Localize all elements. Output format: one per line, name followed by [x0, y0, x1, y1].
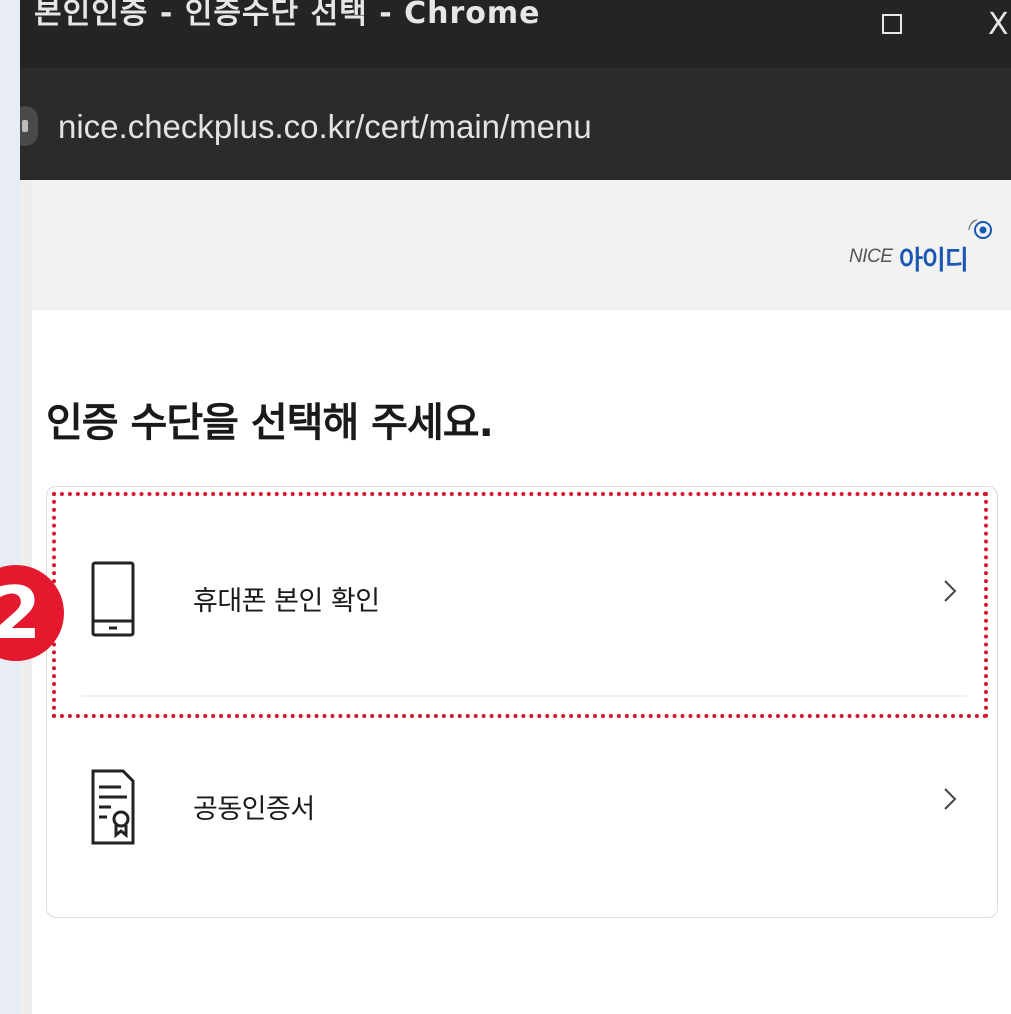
page-header: NICE 아이디 — [32, 180, 1011, 310]
left-margin — [0, 0, 20, 1014]
option-label: 공동인증서 — [193, 794, 315, 825]
close-icon[interactable]: X — [988, 10, 1009, 40]
certificate-icon — [91, 769, 135, 845]
logo-korean: 아이디 — [899, 246, 969, 276]
site-info-icon[interactable] — [20, 106, 38, 146]
address-bar: nice.checkplus.co.kr/cert/main/menu — [20, 68, 1011, 180]
page-title: 인증 수단을 선택해 주세요. — [46, 400, 494, 446]
option-certificate[interactable]: 공동인증서 — [47, 703, 997, 911]
window-title: 본인인증 - 인증수단 선택 - Chrome — [34, 0, 541, 31]
chevron-right-icon — [944, 788, 957, 810]
step-highlight-box — [52, 492, 988, 718]
maximize-icon[interactable] — [882, 14, 902, 34]
nice-id-logo: NICE 아이디 — [841, 218, 1001, 278]
url-field[interactable]: nice.checkplus.co.kr/cert/main/menu — [58, 108, 592, 146]
eye-icon — [968, 219, 992, 239]
logo-prefix: NICE — [849, 246, 893, 267]
window-titlebar: 본인인증 - 인증수단 선택 - Chrome X — [20, 0, 1011, 68]
